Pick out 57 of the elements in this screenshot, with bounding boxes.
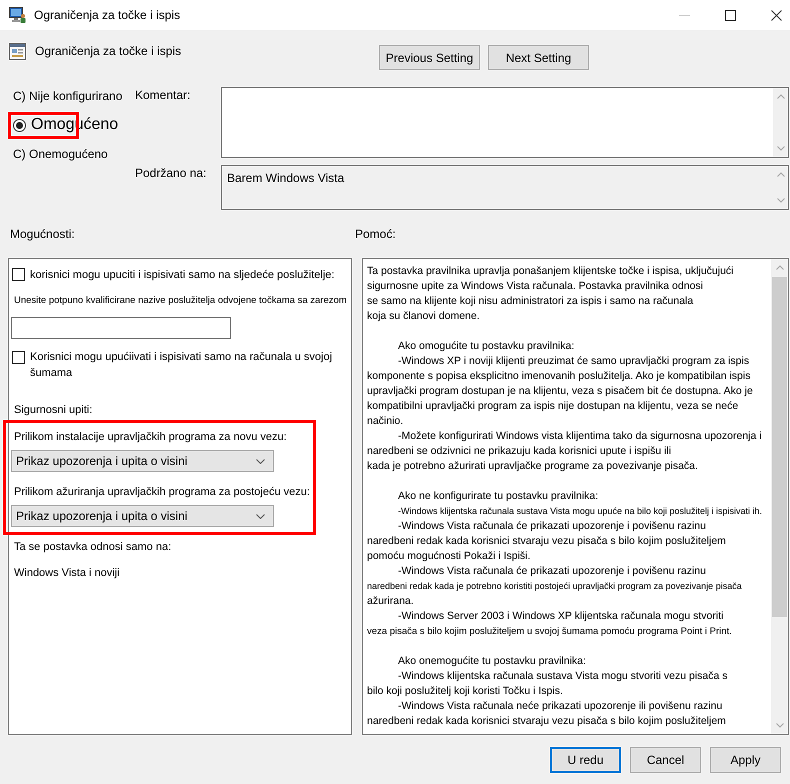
help-paragraph: -Windows Vista računala neće prikazati upozorenje ili povišenu razinu naredbeni redak kada korisnici stvaraju vezu pisača s bilo kojim poslužiteljem: [367, 699, 726, 729]
comment-label: Komentar:: [135, 88, 190, 102]
scroll-up-icon[interactable]: [776, 265, 784, 270]
chevron-down-icon: [256, 458, 265, 464]
field-label: Prilikom instalacije upravljačkih programa za novu vezu:: [14, 430, 287, 444]
supported-platforms-field: Barem Windows Vista: [221, 165, 789, 210]
section-label: Mogućnosti:: [10, 227, 75, 241]
scroll-down-icon[interactable]: [776, 198, 784, 203]
applies-to-label: Ta se postavka odnosi samo na:: [14, 540, 172, 554]
help-paragraph: -Možete konfigurirati Windows vista klijentima tako da sigurnosna upozorenja i naredbeni se odzivnici ne prikazuju kada korisnici upute i ispišu ili kada je potrebno ažurirati upravljačke programe za povezivanje pisača.: [367, 429, 762, 474]
help-paragraph: Ako omogućite tu postavku pravilnika:: [397, 339, 574, 354]
policy-title: Ograničenja za točke i ispis: [35, 44, 182, 58]
dialog-button[interactable]: U redu: [550, 747, 621, 773]
radio-option[interactable]: C) Onemogućeno: [13, 146, 108, 162]
comment-field[interactable]: [221, 87, 789, 158]
radio-option[interactable]: C) Nije konfigurirano: [13, 88, 122, 104]
help-paragraph: -Windows Vista računala će prikazati upozorenje i povišenu razinu naredbeni redak kada korisnici stvaraju vezu pisača s bilo kojim poslužiteljem pomoću mogućnosti Pokaži i Ispiši.: [367, 519, 726, 564]
dropdown[interactable]: Prikaz upozorenja i upita o visini: [11, 505, 274, 527]
scroll-down-icon[interactable]: [776, 723, 784, 728]
help-paragraph: Ako ne konfigurirate tu postavku pravilnika:: [397, 489, 598, 504]
computer-icon: [9, 7, 26, 23]
scrollbar[interactable]: [773, 88, 788, 157]
dialog-button[interactable]: Apply: [710, 747, 781, 773]
checkbox-label: Korisnici mogu upućiivati i ispisivati samo na računala u svojoj šumama: [30, 350, 334, 381]
chevron-down-icon: [256, 514, 265, 518]
help-paragraph: -Windows XP i noviji klijenti preuzimat će samo upravljački program za ispis komponente s popisa eksplicitno imenovanih poslužitelja. Ako je kompatibilan ispis upravljački program dostupan je na klijentu, veza s pisačem bit će dostupna. Ako je kompatibilni upravljački program za ispis nije dostupan na klijentu, veza se neće načinio.: [367, 354, 753, 429]
scrollbar[interactable]: [771, 259, 788, 734]
maximize-icon: [724, 10, 736, 20]
close-icon: [771, 10, 782, 20]
hint-text: Unesite potpuno kvalificirane nazive poslužitelja odvojene točkama sa zarezom: [14, 295, 347, 307]
help-paragraph: Ako onemogućite tu postavku pravilnika:: [397, 654, 586, 669]
setting-nav-button[interactable]: Next Setting: [488, 45, 589, 70]
checkbox[interactable]: [12, 351, 25, 364]
server-list-input[interactable]: [11, 317, 231, 339]
section-heading: Sigurnosni upiti:: [14, 403, 92, 417]
help-paragraph: -Windows klijentska računala sustava Vista mogu upuće na bilo koji poslužitelj i ispisivati ih.: [397, 505, 762, 518]
radio-selected-icon: [13, 118, 26, 132]
help-paragraph: -Windows Vista računala će prikazati upozorenje i povišenu razinu naredbeni redak kada je potrebno koristiti postojeći upravljački program za povezivanje pisača ažurirana.: [367, 564, 742, 609]
scroll-up-icon[interactable]: [776, 94, 784, 99]
checkbox[interactable]: [12, 268, 25, 281]
section-label: Pomoć:: [355, 227, 396, 241]
scroll-up-icon[interactable]: [776, 172, 784, 177]
dialog-button[interactable]: Cancel: [630, 747, 701, 773]
window-icon: [9, 43, 26, 60]
help-paragraph: -Windows klijentska računala sustava Vista mogu stvoriti vezu pisača s bilo koji poslužitelj koji koristi Točku i Ispis.: [367, 669, 728, 699]
applies-to-value: Windows Vista i noviji: [14, 566, 120, 580]
setting-nav-button[interactable]: Previous Setting: [379, 45, 480, 70]
dropdown[interactable]: Prikaz upozorenja i upita o visini: [11, 450, 274, 472]
supported-label: Podržano na:: [135, 166, 206, 180]
minimize-icon: [678, 14, 690, 16]
field-label: Prilikom ažuriranja upravljačkih programa za postojeću vezu:: [14, 485, 310, 499]
checkbox-label: korisnici mogu upuciti i ispisivati samo na sljedeće poslužitelje:: [30, 268, 334, 282]
help-paragraph: -Windows Server 2003 i Windows XP klijentska računala mogu stvoriti veza pisača s bilo kojim poslužiteljem u svojoj šumama pomoću programa Point i Print.: [367, 609, 732, 639]
scroll-down-icon[interactable]: [776, 146, 784, 151]
help-paragraph: Ta postavka pravilnika upravlja ponašanjem klijentske točke i ispisa, uključujući sigurnosne upite za Windows Vista računala. Postavka pravilnika odnosi se samo na klijente koji nisu administratori za ispis i samo na računala koja su članovi domene.: [367, 264, 734, 324]
window-title: Ograničenja za točke i ispis: [34, 8, 180, 22]
scrollbar-thumb[interactable]: [772, 277, 787, 617]
